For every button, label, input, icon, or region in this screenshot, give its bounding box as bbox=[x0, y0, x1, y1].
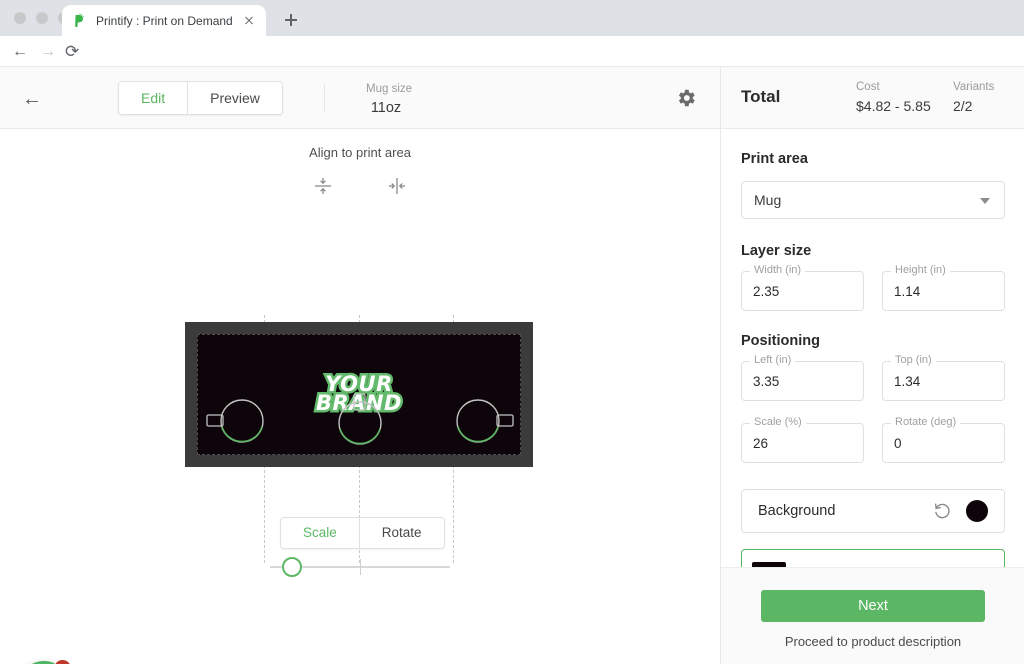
align-buttons bbox=[0, 175, 720, 197]
align-label: Align to print area bbox=[309, 145, 411, 160]
width-field-legend: Width (in) bbox=[750, 264, 806, 276]
browser-toolbar: https://printify.com bbox=[0, 36, 1024, 100]
close-icon[interactable] bbox=[241, 13, 257, 29]
stat-cost-label: Cost bbox=[856, 81, 880, 93]
tab-rotate[interactable]: Rotate bbox=[359, 518, 444, 548]
top-field[interactable]: Top (in) 1.34 bbox=[882, 354, 1005, 401]
right-panel: Total Cost $4.82 - 5.85 Variants 2/2 Pri… bbox=[720, 67, 1024, 664]
align-horizontal-center-icon[interactable] bbox=[386, 175, 408, 197]
panel-header: Total Cost $4.82 - 5.85 Variants 2/2 bbox=[721, 67, 1024, 129]
scale-slider[interactable] bbox=[270, 549, 450, 585]
printify-logo-icon bbox=[71, 12, 87, 29]
rotate-field[interactable]: Rotate (deg) 0 bbox=[882, 416, 1005, 463]
positioning-fields-row-1: Left (in) 3.35 Top (in) 1.34 bbox=[741, 354, 1005, 401]
background-color-swatch[interactable] bbox=[966, 500, 988, 522]
layer-size-fields: Width (in) 2.35 Height (in) 1.14 bbox=[741, 264, 1005, 311]
tab-scale[interactable]: Scale bbox=[281, 518, 359, 548]
rotate-field-legend: Rotate (deg) bbox=[891, 416, 961, 428]
scale-field[interactable]: Scale (%) 26 bbox=[741, 416, 864, 463]
rotate-field-value[interactable]: 0 bbox=[894, 436, 993, 451]
mug-view-selector bbox=[0, 391, 720, 453]
stat-cost: Cost $4.82 - 5.85 bbox=[856, 81, 931, 114]
forward-button[interactable] bbox=[40, 43, 58, 61]
mug-size-label: Mug size bbox=[366, 83, 413, 95]
stat-variants-value: 2/2 bbox=[953, 98, 973, 114]
background-label: Background bbox=[758, 503, 836, 519]
align-vertical-center-icon[interactable] bbox=[312, 175, 334, 197]
transform-mode-tabs: Scale Rotate bbox=[280, 517, 445, 549]
background-row: Background bbox=[741, 489, 1005, 533]
browser-tab-title: Printify : Print on Demand bbox=[96, 13, 233, 28]
mug-view-handle-right[interactable] bbox=[450, 391, 522, 453]
topbar-divider bbox=[324, 84, 325, 112]
height-field-legend: Height (in) bbox=[891, 264, 950, 276]
back-button[interactable] bbox=[12, 43, 30, 61]
editor-mode-tabs: Edit Preview bbox=[118, 81, 283, 115]
editor: ← Edit Preview Mug size 11oz Align to pr… bbox=[0, 67, 1024, 664]
print-area-select[interactable]: Mug bbox=[741, 181, 1005, 219]
reload-button[interactable] bbox=[65, 43, 83, 61]
print-area-selected-value: Mug bbox=[754, 192, 782, 208]
tab-edit[interactable]: Edit bbox=[119, 82, 188, 114]
scale-field-value[interactable]: 26 bbox=[753, 436, 852, 451]
editor-back-button[interactable]: ← bbox=[20, 87, 44, 111]
left-field-value[interactable]: 3.35 bbox=[753, 374, 852, 389]
panel-body: Print area Mug Layer size Width (in) 2.3… bbox=[721, 129, 1024, 603]
footer-note: Proceed to product description bbox=[784, 634, 962, 649]
top-field-value[interactable]: 1.34 bbox=[894, 374, 993, 389]
stat-variants-label: Variants bbox=[953, 81, 995, 93]
window-minimize-dot[interactable] bbox=[36, 12, 48, 24]
layer-size-title: Layer size bbox=[741, 243, 812, 259]
top-field-legend: Top (in) bbox=[891, 354, 936, 366]
left-field[interactable]: Left (in) 3.35 bbox=[741, 354, 864, 401]
mug-view-handle-left[interactable] bbox=[198, 391, 270, 453]
canvas-area: Align to print area YOUR BRAND Scale Rot… bbox=[0, 129, 720, 664]
arrow-right-icon bbox=[40, 43, 58, 61]
app-root: Printify : Print on Demand https://print… bbox=[0, 0, 1024, 664]
stat-cost-value: $4.82 - 5.85 bbox=[856, 98, 931, 114]
mug-size-info: Mug size 11oz bbox=[366, 83, 413, 116]
positioning-title: Positioning bbox=[741, 333, 820, 349]
stat-variants: Variants 2/2 bbox=[953, 81, 994, 114]
panel-title: Total bbox=[741, 87, 781, 106]
arrow-left-icon bbox=[12, 43, 30, 61]
next-button[interactable]: Next bbox=[761, 590, 985, 622]
panel-footer: Next Proceed to product description bbox=[721, 567, 1024, 664]
chevron-down-icon bbox=[980, 198, 990, 204]
reset-arrow-icon[interactable] bbox=[932, 501, 952, 521]
slider-thumb[interactable] bbox=[282, 557, 302, 577]
window-close-dot[interactable] bbox=[14, 12, 26, 24]
browser-tab-bar: Printify : Print on Demand bbox=[0, 0, 1024, 36]
width-field[interactable]: Width (in) 2.35 bbox=[741, 264, 864, 311]
tab-preview[interactable]: Preview bbox=[188, 82, 282, 114]
editor-topbar: ← Edit Preview Mug size 11oz bbox=[0, 67, 720, 129]
reload-icon bbox=[65, 44, 79, 61]
mug-size-value: 11oz bbox=[370, 100, 402, 116]
new-tab-button[interactable] bbox=[281, 10, 301, 30]
height-field-value[interactable]: 1.14 bbox=[894, 284, 993, 299]
positioning-fields-row-2: Scale (%) 26 Rotate (deg) 0 bbox=[741, 416, 1005, 463]
browser-tab[interactable]: Printify : Print on Demand bbox=[62, 5, 266, 36]
slider-center-tick bbox=[360, 559, 361, 575]
left-field-legend: Left (in) bbox=[750, 354, 796, 366]
print-area-title: Print area bbox=[741, 151, 808, 167]
width-field-value[interactable]: 2.35 bbox=[753, 284, 852, 299]
height-field[interactable]: Height (in) 1.14 bbox=[882, 264, 1005, 311]
mug-view-handle-back[interactable] bbox=[324, 391, 396, 453]
gear-icon[interactable] bbox=[675, 87, 697, 109]
scale-field-legend: Scale (%) bbox=[750, 416, 806, 428]
